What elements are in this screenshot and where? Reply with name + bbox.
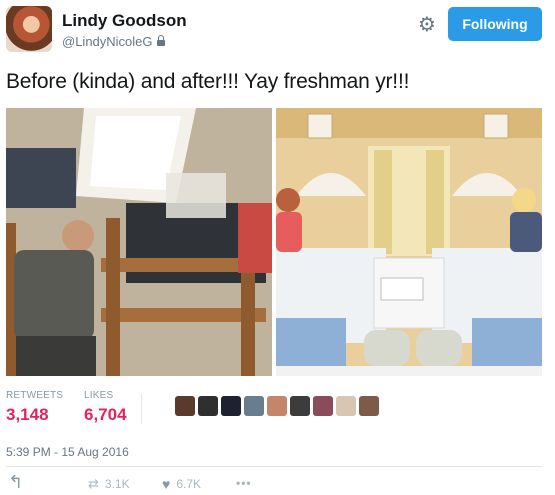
following-button[interactable]: Following [448, 7, 542, 41]
retweets-label: RETWEETS [6, 390, 64, 401]
author-handle[interactable]: @LindyNicoleG [62, 34, 165, 49]
lock-icon [156, 35, 165, 46]
reply-icon[interactable]: ↰ [8, 472, 23, 493]
liker-avatar[interactable] [198, 396, 218, 416]
author-handle-text: @LindyNicoleG [62, 34, 153, 49]
retweet-icon: ⇄ [88, 476, 99, 491]
retweets-count[interactable]: 3,148 [6, 405, 49, 425]
liker-avatar[interactable] [175, 396, 195, 416]
tweet-photo-after[interactable] [276, 108, 542, 376]
likes-label: LIKES [84, 390, 114, 401]
liker-avatars [175, 396, 379, 416]
more-icon[interactable]: ••• [236, 476, 252, 490]
author-name[interactable]: Lindy Goodson [62, 11, 187, 31]
liker-avatar[interactable] [359, 396, 379, 416]
tweet-photo-before[interactable] [6, 108, 272, 376]
after-photo-illustration [276, 108, 542, 376]
retweet-action-count: 3.1K [104, 477, 130, 491]
liker-avatar[interactable] [267, 396, 287, 416]
author-avatar[interactable] [6, 6, 52, 52]
before-photo-illustration [6, 108, 272, 376]
like-action[interactable]: ♥ 6.7K [162, 476, 201, 492]
gear-icon[interactable]: ⚙ [416, 14, 438, 36]
liker-avatar[interactable] [336, 396, 356, 416]
liker-avatar[interactable] [244, 396, 264, 416]
tweet-text: Before (kinda) and after!!! Yay freshman… [6, 70, 410, 93]
liker-avatar[interactable] [313, 396, 333, 416]
retweet-action[interactable]: ⇄ 3.1K [88, 476, 130, 492]
liker-avatar[interactable] [221, 396, 241, 416]
likes-count[interactable]: 6,704 [84, 405, 127, 425]
heart-icon: ♥ [162, 476, 171, 492]
liker-avatar[interactable] [290, 396, 310, 416]
like-action-count: 6.7K [176, 477, 201, 491]
tweet-timestamp[interactable]: 5:39 PM - 15 Aug 2016 [6, 445, 129, 459]
stats-divider [141, 394, 142, 424]
separator-line [6, 466, 542, 467]
